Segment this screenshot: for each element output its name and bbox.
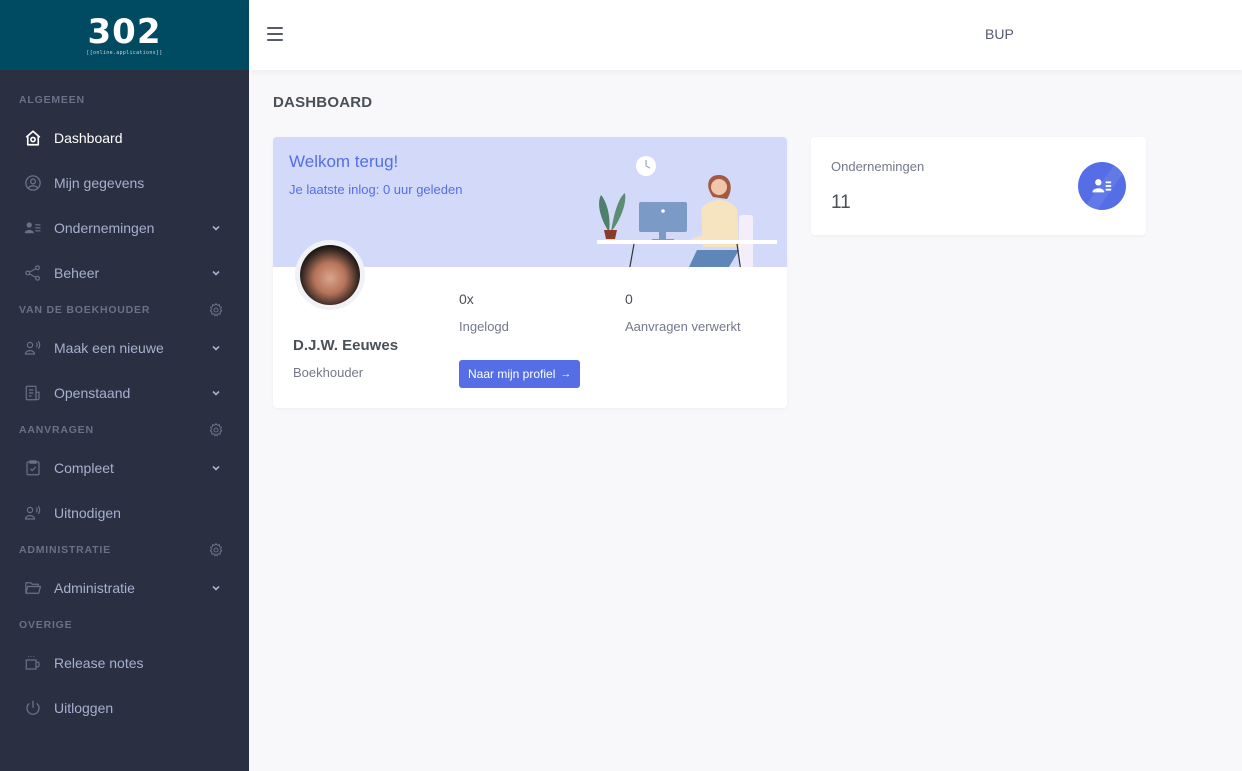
office-illustration — [597, 156, 777, 267]
gear-icon[interactable] — [208, 302, 224, 318]
sidebar-item-openstaand[interactable]: Openstaand — [0, 370, 249, 415]
chevron-down-icon — [212, 465, 220, 471]
avatar-frame — [295, 240, 365, 310]
stat-label: Ingelogd — [459, 319, 509, 334]
sidebar-item-label: Ondernemingen — [54, 219, 155, 236]
gear-icon[interactable] — [208, 542, 224, 558]
sidebar-item-uitloggen[interactable]: Uitloggen — [0, 685, 249, 730]
section-label: AANVRAGEN — [19, 424, 94, 436]
avatar[interactable] — [300, 245, 360, 305]
section-label: VAN DE BOEKHOUDER — [19, 304, 151, 316]
sidebar-item-beheer[interactable]: Beheer — [0, 250, 249, 295]
user-voice-icon — [24, 339, 42, 357]
last-login-text: Je laatste inlog: 0 uur geleden — [289, 182, 463, 197]
arrow-right-icon: → — [560, 368, 572, 380]
stat-label: Aanvragen verwerkt — [625, 319, 741, 334]
section-label: ADMINISTRATIE — [19, 544, 111, 556]
chevron-down-icon — [212, 345, 220, 351]
user-circle-icon — [24, 174, 42, 192]
sidebar-item-release-notes[interactable]: Release notes — [0, 640, 249, 685]
welcome-title: Welkom terug! — [289, 152, 399, 171]
page-title: DASHBOARD — [273, 94, 373, 111]
stat-value: 0 — [625, 291, 633, 307]
stat-ingelogd: 0x Ingelogd — [459, 291, 509, 334]
document-icon — [24, 384, 42, 402]
chevron-down-icon — [212, 270, 220, 276]
stat-card-title: Ondernemingen — [831, 159, 925, 174]
menu-title-algemeen: ALGEMEEN — [0, 85, 249, 115]
sidebar-item-administratie[interactable]: Administratie — [0, 565, 249, 610]
sidebar-item-label: Compleet — [54, 459, 114, 476]
user-name: D.J.W. Eeuwes — [293, 337, 399, 354]
sidebar-item-label: Uitnodigen — [54, 504, 121, 521]
menu-title-van-de-boekhouder: VAN DE BOEKHOUDER — [0, 295, 249, 325]
sidebar-item-uitnodigen[interactable]: Uitnodigen — [0, 490, 249, 535]
folder-open-icon — [24, 579, 42, 597]
sidebar-item-dashboard[interactable]: Dashboard — [0, 115, 249, 160]
user-list-icon — [1078, 162, 1126, 210]
sidebar-item-label: Dashboard — [54, 129, 123, 146]
ondernemingen-card: Ondernemingen 11 — [811, 137, 1146, 235]
chevron-down-icon — [212, 585, 220, 591]
sidebar-item-label: Maak een nieuwe — [54, 339, 164, 356]
welcome-card: Welkom terug! Je laatste inlog: 0 uur ge… — [273, 137, 787, 408]
sidebar-item-label: Administratie — [54, 579, 135, 596]
sidebar-item-label: Release notes — [54, 654, 144, 671]
sidebar: 302 [[online.applications]] ALGEMEEN Das… — [0, 0, 249, 771]
sidebar-item-label: Beheer — [54, 264, 100, 281]
chevron-down-icon — [212, 390, 220, 396]
sidebar-item-label: Openstaand — [54, 384, 131, 401]
user-voice-icon — [24, 504, 42, 522]
stat-value: 0x — [459, 291, 474, 307]
user-role: Boekhouder — [293, 365, 364, 380]
user-list-icon — [24, 219, 42, 237]
profile-button-label: Naar mijn profiel — [468, 367, 556, 381]
sidebar-item-label: Uitloggen — [54, 699, 114, 716]
home-icon — [24, 129, 42, 147]
share-icon — [24, 264, 42, 282]
section-label: OVERIGE — [19, 619, 73, 631]
logo-text: 302 — [87, 11, 162, 52]
menu-title-administratie: ADMINISTRATIE — [0, 535, 249, 565]
topbar: BUP — [249, 0, 1242, 70]
coffee-cup-icon — [24, 654, 42, 672]
sidebar-item-maak-een-nieuwe[interactable]: Maak een nieuwe — [0, 325, 249, 370]
sidebar-item-ondernemingen[interactable]: Ondernemingen — [0, 205, 249, 250]
sidebar-item-mijn-gegevens[interactable]: Mijn gegevens — [0, 160, 249, 205]
gear-icon[interactable] — [208, 422, 224, 438]
user-menu[interactable]: BUP — [985, 26, 1014, 42]
stat-aanvragen-verwerkt: 0 Aanvragen verwerkt — [625, 291, 741, 334]
clipboard-check-icon — [24, 459, 42, 477]
section-label: ALGEMEEN — [19, 94, 85, 106]
brand-logo[interactable]: 302 [[online.applications]] — [0, 0, 249, 70]
stat-card-count: 11 — [831, 192, 851, 213]
menu-title-overige: OVERIGE — [0, 610, 249, 640]
menu-title-aanvragen: AANVRAGEN — [0, 415, 249, 445]
chevron-down-icon — [212, 225, 220, 231]
power-icon — [24, 699, 42, 717]
sidebar-item-label: Mijn gegevens — [54, 174, 145, 191]
hamburger-icon[interactable] — [267, 27, 283, 41]
profile-button[interactable]: Naar mijn profiel → — [459, 360, 581, 388]
sidebar-item-compleet[interactable]: Compleet — [0, 445, 249, 490]
